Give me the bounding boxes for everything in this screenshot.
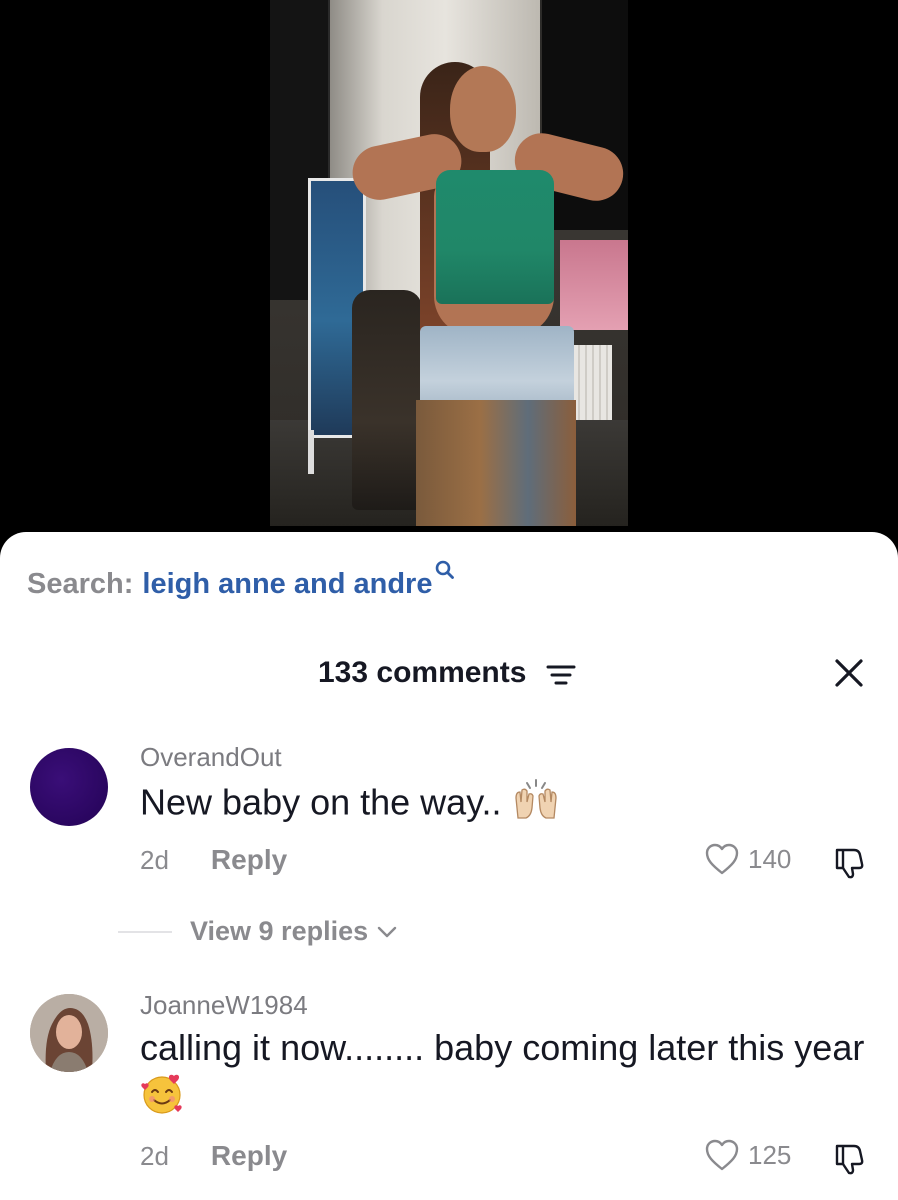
view-replies[interactable]: View 9 replies — [118, 916, 398, 947]
chevron-down-icon[interactable] — [376, 925, 398, 939]
comment-text: New baby on the way.. — [140, 778, 870, 832]
comment-username[interactable]: JoanneW1984 — [140, 990, 308, 1021]
green-crop-top — [436, 170, 554, 304]
pants — [416, 400, 576, 526]
like-button[interactable]: 140 — [704, 842, 791, 876]
heart-icon[interactable] — [704, 842, 740, 876]
head — [450, 66, 516, 152]
comment-date: 2d — [140, 844, 169, 875]
dislike-icon[interactable] — [830, 1140, 866, 1176]
search-label: Search: — [27, 568, 134, 600]
search-suggestion[interactable]: Search: leigh anne and andre — [27, 560, 455, 601]
divider — [118, 930, 172, 933]
like-count: 125 — [748, 1139, 792, 1170]
heart-icon[interactable] — [704, 1138, 740, 1172]
avatar-photo — [30, 994, 108, 1072]
comment-date: 2d — [140, 1140, 169, 1171]
comment-meta: 2d Reply — [140, 844, 287, 876]
avatar[interactable] — [30, 748, 108, 826]
like-button[interactable]: 125 — [704, 1138, 791, 1172]
comment-text: calling it now........ baby coming later… — [140, 1024, 870, 1128]
comments-count: 133 comments — [318, 656, 527, 689]
video-frame[interactable] — [270, 0, 628, 526]
video-player[interactable] — [0, 0, 898, 560]
comment-meta: 2d Reply — [140, 1140, 287, 1172]
dislike-icon[interactable] — [830, 844, 866, 880]
search-icon[interactable] — [435, 558, 455, 582]
comment-body: New baby on the way.. — [140, 781, 502, 823]
pink-panel — [560, 240, 628, 330]
reply-button[interactable]: Reply — [211, 1140, 287, 1172]
comment-username[interactable]: OverandOut — [140, 742, 282, 773]
smiling-face-with-hearts-icon — [140, 1072, 184, 1128]
banner-leg — [308, 430, 314, 474]
comment-body: calling it now........ baby coming later… — [140, 1027, 865, 1068]
close-icon[interactable] — [832, 656, 866, 690]
comments-header: 133 comments — [0, 652, 898, 696]
reply-button[interactable]: Reply — [211, 844, 287, 876]
raising-hands-icon — [512, 778, 560, 832]
sort-icon[interactable] — [546, 662, 576, 688]
search-query[interactable]: leigh anne and andre — [142, 568, 432, 601]
seated-person — [352, 290, 422, 510]
avatar[interactable] — [30, 994, 108, 1072]
comments-sheet: Search: leigh anne and andre 133 comment… — [0, 532, 898, 1200]
like-count: 140 — [748, 843, 792, 874]
view-replies-label[interactable]: View 9 replies — [190, 916, 368, 947]
